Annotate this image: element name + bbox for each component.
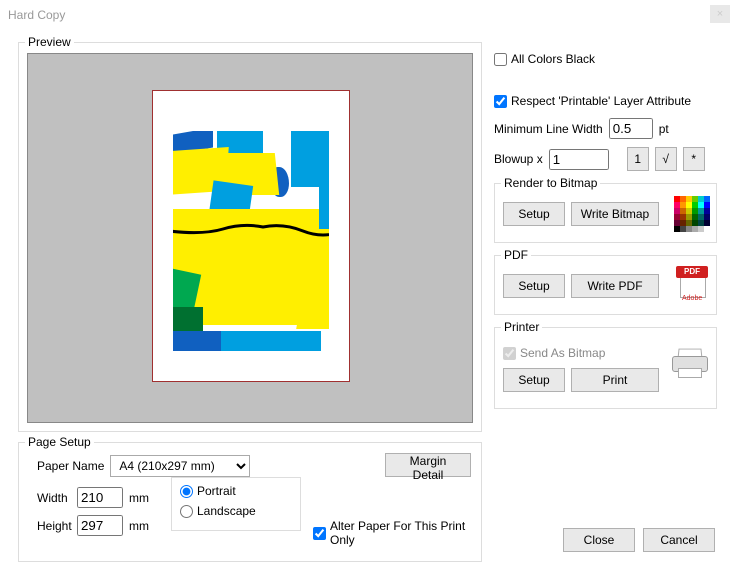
titlebar: Hard Copy × [0, 0, 735, 30]
portrait-radio[interactable]: Portrait [180, 484, 292, 498]
print-button[interactable]: Print [571, 368, 659, 392]
printer-setup-button[interactable]: Setup [503, 368, 565, 392]
min-line-width-input[interactable] [609, 118, 653, 139]
all-colors-black-label: All Colors Black [511, 52, 595, 66]
printer-legend: Printer [501, 320, 542, 334]
portrait-label: Portrait [197, 484, 236, 498]
options-panel: All Colors Black Respect 'Printable' Lay… [494, 44, 717, 409]
pdf-legend: PDF [501, 248, 531, 262]
render-bitmap-group: Render to Bitmap Setup Write Bitmap [494, 183, 717, 243]
window-title: Hard Copy [8, 8, 65, 22]
printer-icon [670, 348, 710, 380]
all-colors-black-checkbox[interactable]: All Colors Black [494, 52, 717, 66]
blowup-label: Blowup x [494, 152, 543, 166]
pdf-icon: PDF Adobe [676, 266, 710, 302]
preview-canvas-bg [27, 53, 473, 423]
height-unit: mm [129, 519, 149, 533]
preview-map [173, 131, 329, 351]
paper-name-select[interactable]: A4 (210x297 mm) [110, 455, 250, 477]
min-line-width-unit: pt [659, 122, 669, 136]
write-bitmap-button[interactable]: Write Bitmap [571, 202, 659, 226]
respect-printable-label: Respect 'Printable' Layer Attribute [511, 94, 691, 108]
preview-legend: Preview [25, 35, 74, 49]
margin-detail-button[interactable]: Margin Detail [385, 453, 471, 477]
render-bitmap-legend: Render to Bitmap [501, 176, 600, 190]
alter-paper-checkbox[interactable]: Alter Paper For This Print Only [313, 519, 481, 547]
color-swatch-icon [674, 196, 710, 232]
width-unit: mm [129, 491, 149, 505]
height-input[interactable] [77, 515, 123, 536]
landscape-radio[interactable]: Landscape [180, 504, 292, 518]
hard-copy-dialog: Hard Copy × Preview [0, 0, 735, 570]
width-input[interactable] [77, 487, 123, 508]
height-label: Height [37, 519, 71, 533]
page-setup-group: Page Setup Paper Name A4 (210x297 mm) Ma… [18, 442, 482, 562]
paper-name-label: Paper Name [37, 459, 104, 473]
preview-page [152, 90, 350, 382]
blowup-1-button[interactable]: 1 [627, 147, 649, 171]
orientation-group: Portrait Landscape [171, 477, 301, 531]
printer-group: Printer Send As Bitmap Setup Print [494, 327, 717, 409]
send-as-bitmap-label: Send As Bitmap [520, 346, 605, 360]
min-line-width-label: Minimum Line Width [494, 122, 603, 136]
pdf-group: PDF Setup Write PDF PDF Adobe [494, 255, 717, 315]
cancel-button[interactable]: Cancel [643, 528, 715, 552]
dialog-buttons: Close Cancel [563, 528, 715, 552]
bitmap-setup-button[interactable]: Setup [503, 202, 565, 226]
close-button[interactable]: Close [563, 528, 635, 552]
blowup-input[interactable] [549, 149, 609, 170]
pdf-setup-button[interactable]: Setup [503, 274, 565, 298]
blowup-star-button[interactable]: * [683, 147, 705, 171]
alter-paper-label: Alter Paper For This Print Only [330, 519, 481, 547]
preview-group: Preview [18, 42, 482, 432]
blowup-sqrt-button[interactable]: √ [655, 147, 677, 171]
landscape-label: Landscape [197, 504, 256, 518]
preview-path-icon [173, 131, 329, 351]
window-close-button[interactable]: × [710, 5, 730, 23]
write-pdf-button[interactable]: Write PDF [571, 274, 659, 298]
respect-printable-checkbox[interactable]: Respect 'Printable' Layer Attribute [494, 94, 717, 108]
width-label: Width [37, 491, 71, 505]
page-setup-legend: Page Setup [25, 435, 94, 449]
